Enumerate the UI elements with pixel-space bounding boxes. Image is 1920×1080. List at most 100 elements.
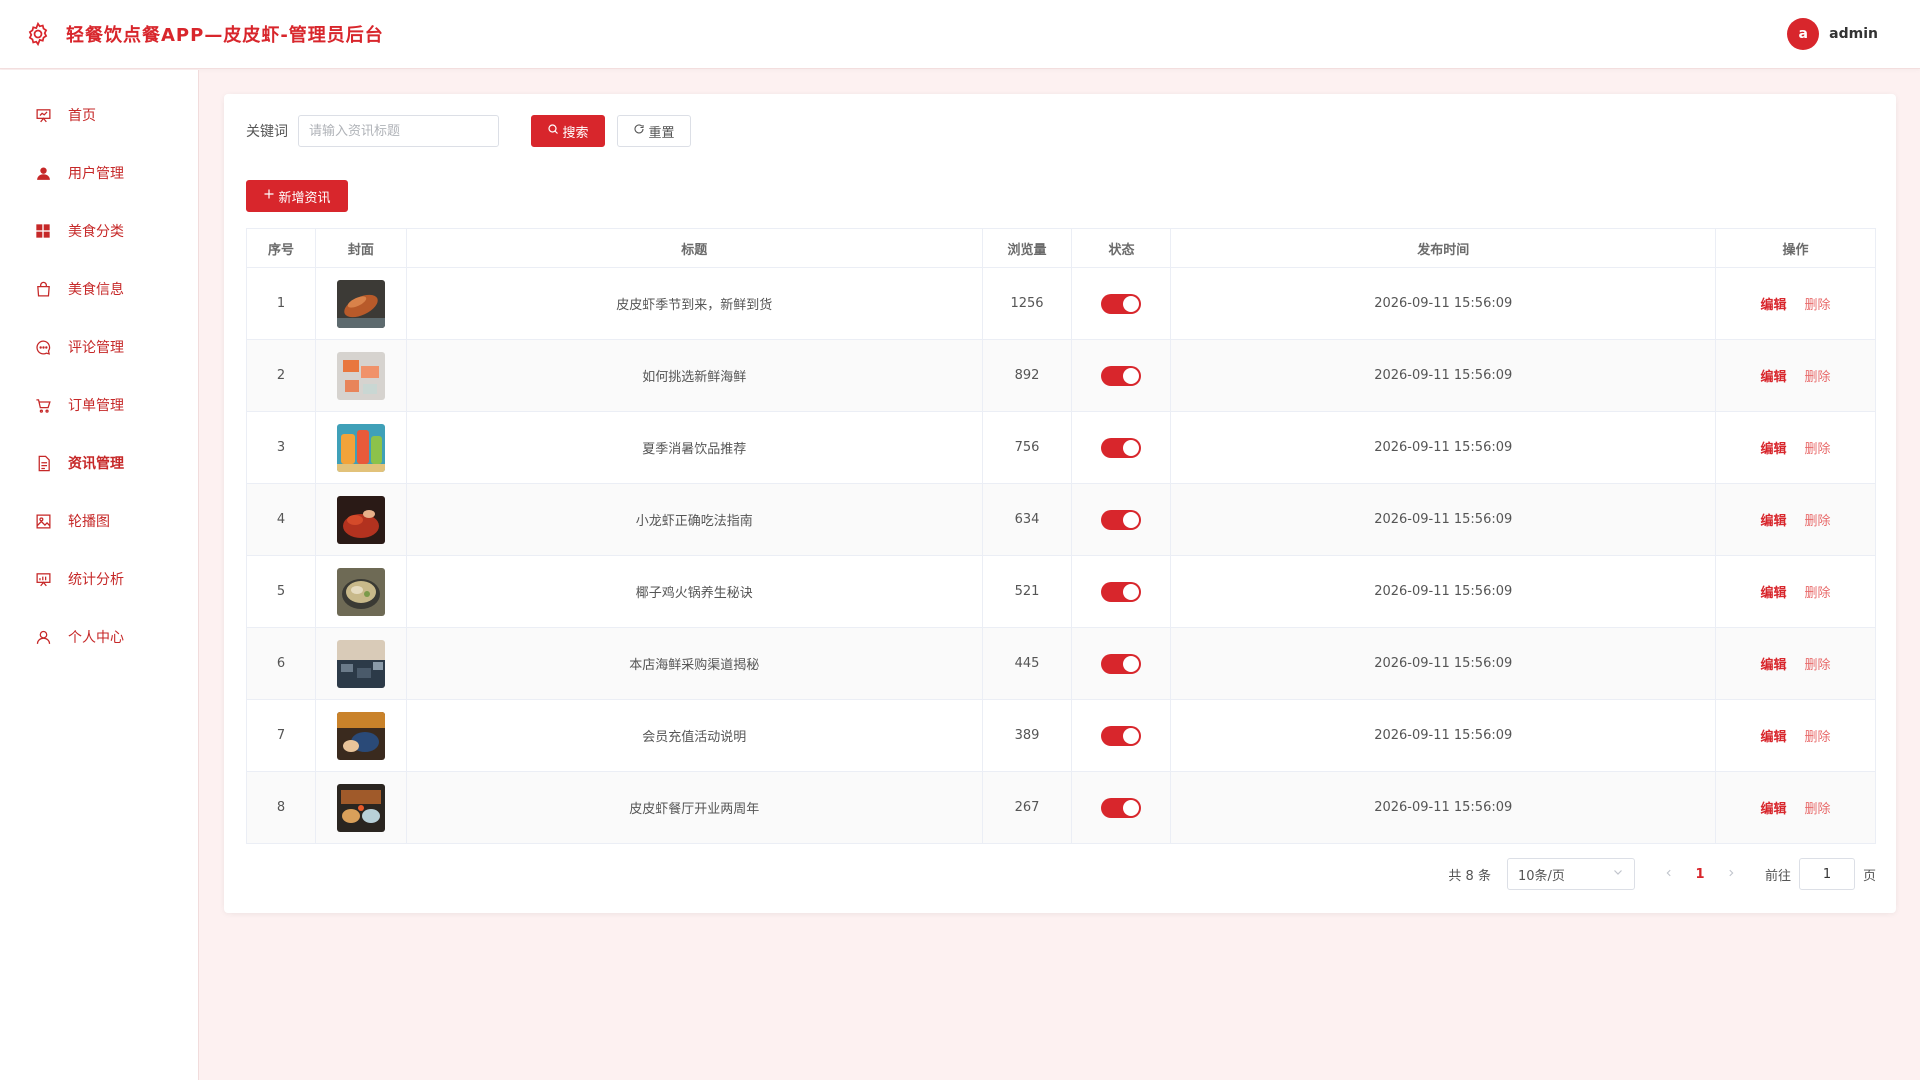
keyword-input[interactable] (298, 115, 499, 147)
column-header: 操作 (1715, 228, 1876, 268)
username[interactable]: admin (1829, 26, 1878, 42)
edit-button[interactable]: 编辑 (1761, 298, 1787, 313)
delete-button[interactable]: 删除 (1805, 514, 1831, 529)
row-publish-time: 2026-09-11 15:56:09 (1170, 771, 1717, 844)
status-toggle[interactable] (1101, 725, 1142, 746)
sidebar-item-label: 首页 (68, 108, 96, 124)
app-title: 轻餐饮点餐APP—皮皮虾-管理员后台 (66, 25, 384, 46)
status-toggle[interactable] (1101, 437, 1142, 458)
avatar[interactable]: a (1787, 18, 1820, 50)
status-toggle[interactable] (1101, 509, 1142, 530)
column-header: 标题 (405, 228, 983, 268)
sidebar-item-label: 评论管理 (68, 340, 124, 356)
sidebar-item-home[interactable]: 首页 (0, 86, 198, 144)
row-publish-time: 2026-09-11 15:56:09 (1170, 699, 1717, 772)
sidebar-item-carousel[interactable]: 轮播图 (0, 492, 198, 550)
row-views: 389 (981, 699, 1073, 772)
row-publish-time: 2026-09-11 15:56:09 (1170, 483, 1717, 556)
row-views: 445 (981, 627, 1073, 700)
edit-button[interactable]: 编辑 (1761, 730, 1787, 745)
total-count: 共 8 条 (1448, 868, 1491, 884)
brand: 轻餐饮点餐APP—皮皮虾-管理员后台 (24, 20, 384, 48)
sidebar-item-orders[interactable]: 订单管理 (0, 376, 198, 434)
pagination: 共 8 条 10条/页 1 前往 页 (1448, 858, 1876, 890)
column-header: 状态 (1071, 228, 1172, 268)
sidebar-item-statistics[interactable]: 统计分析 (0, 550, 198, 608)
goto-label: 前往 (1764, 868, 1791, 884)
status-toggle[interactable] (1101, 581, 1142, 602)
next-page-button[interactable] (1721, 867, 1741, 882)
row-views: 521 (981, 555, 1073, 628)
search-icon (547, 123, 559, 139)
sidebar-item-news[interactable]: 资讯管理 (0, 434, 198, 492)
plus-icon (263, 188, 275, 204)
sidebar-item-food-category[interactable]: 美食分类 (0, 202, 198, 260)
sidebar-item-label: 美食信息 (68, 282, 124, 298)
sidebar-item-label: 统计分析 (68, 572, 124, 588)
row-publish-time: 2026-09-11 15:56:09 (1170, 411, 1717, 484)
reset-button[interactable]: 重置 (617, 115, 691, 147)
row-views: 892 (981, 339, 1073, 412)
row-index: 4 (246, 483, 316, 556)
cover-image (336, 279, 385, 328)
status-toggle[interactable] (1101, 797, 1142, 818)
delete-button[interactable]: 删除 (1805, 442, 1831, 457)
chat-icon (34, 338, 52, 356)
keyword-label: 关键词 (246, 124, 288, 140)
delete-button[interactable]: 删除 (1805, 586, 1831, 601)
reset-button-label: 重置 (648, 125, 675, 141)
sidebar-item-label: 资讯管理 (68, 456, 124, 472)
sidebar-item-food-info[interactable]: 美食信息 (0, 260, 198, 318)
cover-image (336, 567, 385, 616)
delete-button[interactable]: 删除 (1805, 658, 1831, 673)
top-header: 轻餐饮点餐APP—皮皮虾-管理员后台 a admin (0, 0, 1920, 69)
cover-image (336, 423, 385, 472)
row-index: 5 (246, 555, 316, 628)
sidebar-item-profile[interactable]: 个人中心 (0, 608, 198, 666)
grid-icon (34, 222, 52, 240)
row-title: 夏季消暑饮品推荐 (405, 411, 983, 484)
table-row: 6 本店海鲜采购渠道揭秘 445 2026-09-11 15:56:09 编辑 删… (246, 627, 1876, 700)
delete-button[interactable]: 删除 (1805, 730, 1831, 745)
sidebar-item-users[interactable]: 用户管理 (0, 144, 198, 202)
search-button-label: 搜索 (562, 125, 589, 141)
sidebar-item-comments[interactable]: 评论管理 (0, 318, 198, 376)
add-news-label: 新增资讯 (278, 190, 331, 206)
gear-icon (24, 20, 52, 48)
chart-board-icon (34, 570, 52, 588)
edit-button[interactable]: 编辑 (1761, 802, 1787, 817)
image-icon (34, 512, 52, 530)
row-index: 3 (246, 411, 316, 484)
status-toggle[interactable] (1101, 653, 1142, 674)
page-size-value: 10条/页 (1517, 868, 1565, 884)
row-index: 6 (246, 627, 316, 700)
row-index: 1 (246, 267, 316, 340)
page-number-current[interactable]: 1 (1685, 867, 1715, 882)
edit-button[interactable]: 编辑 (1761, 514, 1787, 529)
add-news-button[interactable]: 新增资讯 (246, 180, 348, 212)
delete-button[interactable]: 删除 (1805, 298, 1831, 313)
status-toggle[interactable] (1101, 293, 1142, 314)
table-row: 1 皮皮虾季节到来，新鲜到货 1256 2026-09-11 15:56:09 … (246, 267, 1876, 340)
edit-button[interactable]: 编辑 (1761, 442, 1787, 457)
column-header: 封面 (314, 228, 407, 268)
delete-button[interactable]: 删除 (1805, 802, 1831, 817)
search-button[interactable]: 搜索 (531, 115, 605, 147)
prev-page-button[interactable] (1659, 867, 1679, 882)
edit-button[interactable]: 编辑 (1761, 586, 1787, 601)
delete-button[interactable]: 删除 (1805, 370, 1831, 385)
column-header: 序号 (246, 228, 316, 268)
user-menu[interactable]: a admin (1787, 18, 1878, 50)
table-row: 5 椰子鸡火锅养生秘诀 521 2026-09-11 15:56:09 编辑 删除 (246, 555, 1876, 628)
sidebar: 首页 用户管理 美食分类 美食信息 评论管理 订单管理 资讯管理 轮播图 统计分… (0, 70, 199, 1080)
edit-button[interactable]: 编辑 (1761, 370, 1787, 385)
row-views: 267 (981, 771, 1073, 844)
news-panel: 关键词 搜索 重置 新增资讯 序号 封面 标 (224, 94, 1896, 913)
goto-page-input[interactable] (1798, 858, 1855, 890)
edit-button[interactable]: 编辑 (1761, 658, 1787, 673)
column-header: 发布时间 (1170, 228, 1717, 268)
status-toggle[interactable] (1101, 365, 1142, 386)
table-row: 3 夏季消暑饮品推荐 756 2026-09-11 15:56:09 编辑 删除 (246, 411, 1876, 484)
row-publish-time: 2026-09-11 15:56:09 (1170, 627, 1717, 700)
page-size-select[interactable]: 10条/页 (1506, 858, 1635, 890)
